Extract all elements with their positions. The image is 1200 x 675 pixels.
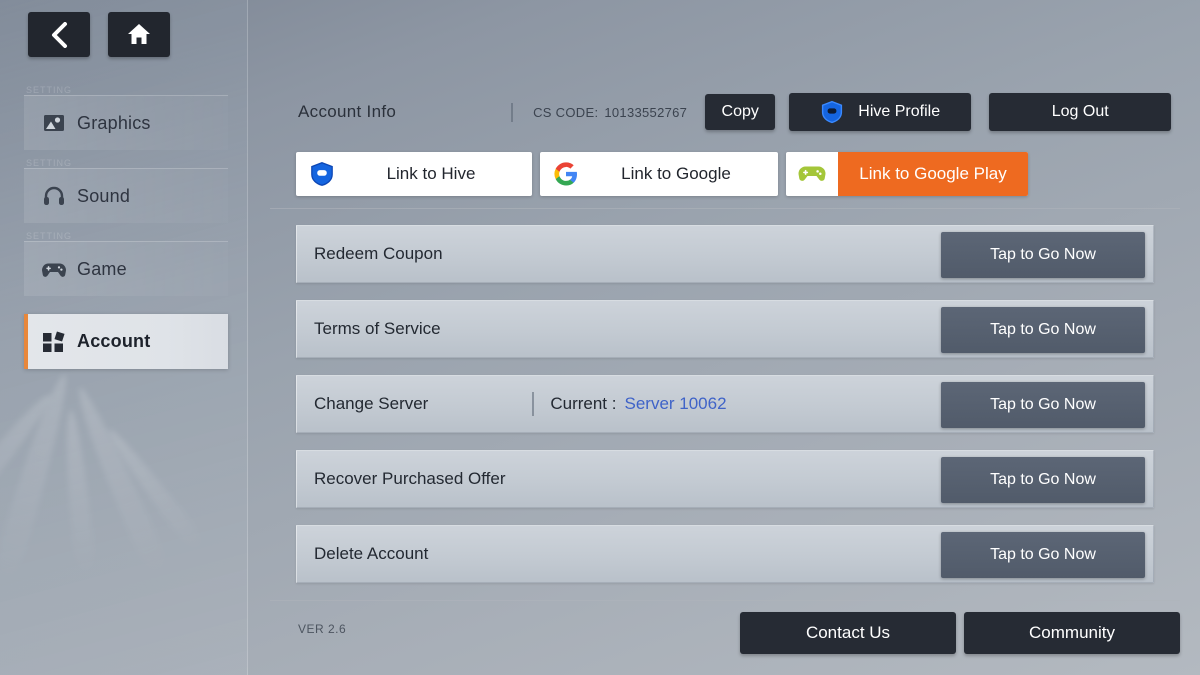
row-label: Recover Purchased Offer xyxy=(314,469,506,489)
current-server-value: Server 10062 xyxy=(624,394,726,414)
row-action-button[interactable]: Tap to Go Now xyxy=(941,307,1145,353)
page-title: Account Info xyxy=(298,102,396,122)
log-out-label: Log Out xyxy=(1052,103,1109,121)
link-to-google-label: Link to Google xyxy=(592,164,778,184)
row-label: Redeem Coupon xyxy=(314,244,443,264)
sidebar-item-account[interactable]: Account xyxy=(24,314,228,369)
row-recover-purchased-offer: Recover Purchased Offer Tap to Go Now xyxy=(296,450,1154,508)
copy-button-label: Copy xyxy=(722,103,759,121)
link-to-google-play-label: Link to Google Play xyxy=(838,152,1028,196)
grid-squares-icon xyxy=(41,331,66,353)
sidebar-item-ghost-label: SETTING xyxy=(26,231,72,241)
settings-screen: SETTING Graphics SETTING Sound SETTING G… xyxy=(0,0,1200,675)
hive-shield-icon xyxy=(296,161,348,187)
row-action-button[interactable]: Tap to Go Now xyxy=(941,457,1145,503)
hive-profile-label: Hive Profile xyxy=(858,103,940,121)
footer-buttons: Contact Us Community xyxy=(740,612,1180,654)
row-label: Change Server xyxy=(314,394,428,414)
account-info-header: Account Info CS CODE: 10133552767 Copy Hi… xyxy=(298,93,1171,131)
link-to-hive-label: Link to Hive xyxy=(348,164,532,184)
sidebar-item-game[interactable]: SETTING Game xyxy=(24,241,228,296)
sidebar-item-graphics[interactable]: SETTING Graphics xyxy=(24,95,228,150)
divider xyxy=(532,392,534,416)
link-to-hive-button[interactable]: Link to Hive xyxy=(296,152,532,196)
link-to-google-button[interactable]: Link to Google xyxy=(540,152,778,196)
nav-buttons xyxy=(28,12,170,57)
sidebar-item-label: Graphics xyxy=(77,113,151,134)
header-divider xyxy=(270,208,1180,209)
version-label: VER 2.6 xyxy=(298,622,346,636)
headphones-icon xyxy=(41,185,66,207)
row-action-label: Tap to Go Now xyxy=(990,321,1096,339)
copy-button[interactable]: Copy xyxy=(705,94,775,130)
sidebar-item-label: Sound xyxy=(77,186,130,207)
link-to-google-play-button[interactable]: Link to Google Play xyxy=(786,152,1028,196)
cs-code-value: 10133552767 xyxy=(604,105,687,120)
row-action-label: Tap to Go Now xyxy=(990,246,1096,264)
hive-profile-button[interactable]: Hive Profile xyxy=(789,93,971,131)
home-button[interactable] xyxy=(108,12,170,57)
image-icon xyxy=(41,112,66,134)
footer-divider xyxy=(270,600,1180,601)
google-play-games-icon xyxy=(786,164,838,184)
back-button[interactable] xyxy=(28,12,90,57)
chevron-left-icon xyxy=(50,22,68,48)
row-action-button[interactable]: Tap to Go Now xyxy=(941,232,1145,278)
row-action-label: Tap to Go Now xyxy=(990,471,1096,489)
contact-us-label: Contact Us xyxy=(806,623,890,643)
hive-shield-icon xyxy=(820,100,844,124)
content-panel: Account Info CS CODE: 10133552767 Copy Hi… xyxy=(248,0,1200,675)
sidebar-item-label: Account xyxy=(77,331,150,352)
contact-us-button[interactable]: Contact Us xyxy=(740,612,956,654)
current-server-label: Current : xyxy=(550,394,616,414)
community-button[interactable]: Community xyxy=(964,612,1180,654)
row-change-server: Change Server Current : Server 10062 Tap… xyxy=(296,375,1154,433)
sidebar-item-sound[interactable]: SETTING Sound xyxy=(24,168,228,223)
sidebar-item-ghost-label: SETTING xyxy=(26,85,72,95)
gamepad-icon xyxy=(41,258,66,280)
settings-row-list: Redeem Coupon Tap to Go Now Terms of Ser… xyxy=(296,225,1154,600)
sidebar-item-label: Game xyxy=(77,259,127,280)
sidebar-item-ghost-label: SETTING xyxy=(26,158,72,168)
sidebar-menu: SETTING Graphics SETTING Sound SETTING G… xyxy=(24,95,228,387)
row-redeem-coupon: Redeem Coupon Tap to Go Now xyxy=(296,225,1154,283)
row-terms-of-service: Terms of Service Tap to Go Now xyxy=(296,300,1154,358)
sidebar: SETTING Graphics SETTING Sound SETTING G… xyxy=(0,0,248,675)
google-g-icon xyxy=(540,162,592,186)
divider xyxy=(511,103,513,122)
home-icon xyxy=(127,23,151,46)
row-action-button[interactable]: Tap to Go Now xyxy=(941,382,1145,428)
row-action-label: Tap to Go Now xyxy=(990,546,1096,564)
row-label: Delete Account xyxy=(314,544,428,564)
cs-code-label: CS CODE: xyxy=(533,105,598,120)
community-label: Community xyxy=(1029,623,1115,643)
log-out-button[interactable]: Log Out xyxy=(989,93,1171,131)
cs-code: CS CODE: 10133552767 xyxy=(533,105,687,120)
row-delete-account: Delete Account Tap to Go Now xyxy=(296,525,1154,583)
link-account-buttons: Link to Hive Link to Google Link xyxy=(296,152,1028,196)
row-action-label: Tap to Go Now xyxy=(990,396,1096,414)
current-server: Current : Server 10062 xyxy=(532,392,726,416)
row-label: Terms of Service xyxy=(314,319,441,339)
row-action-button[interactable]: Tap to Go Now xyxy=(941,532,1145,578)
